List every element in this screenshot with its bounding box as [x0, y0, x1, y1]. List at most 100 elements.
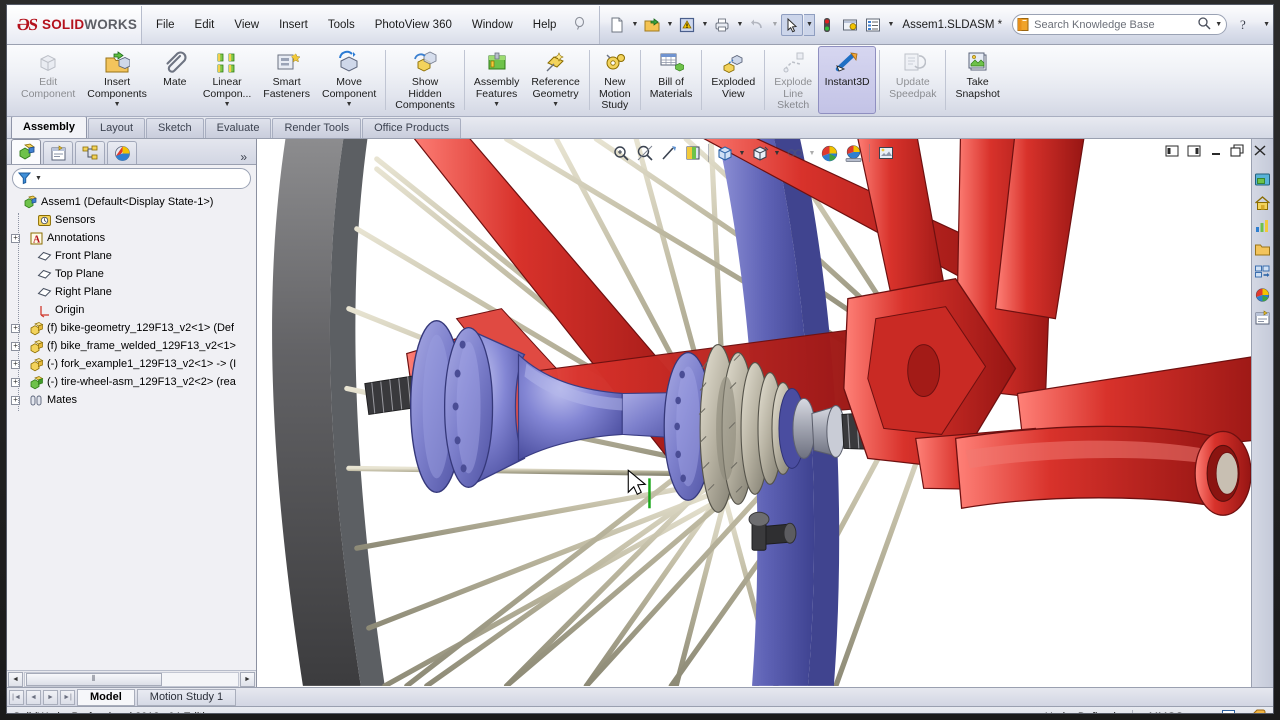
chevron-down-icon[interactable]: ▼	[346, 101, 353, 109]
search-caret-icon[interactable]: ▼	[1215, 21, 1222, 28]
prev-tab-button[interactable]: ◄	[26, 689, 41, 705]
tree-item-bike-frame-welded[interactable]: + (f) bike_frame_welded_129F13_v2<1>	[11, 337, 256, 355]
scroll-thumb[interactable]: ⦀	[26, 672, 162, 686]
select-caret-icon[interactable]: ▼	[804, 13, 816, 36]
tree-item-right-plane[interactable]: Right Plane	[11, 283, 256, 301]
feature-manager-filter-input[interactable]: ▼	[12, 168, 251, 189]
tree-item-assem1[interactable]: Assem1 (Default<Display State-1>)	[11, 193, 256, 211]
search-knowledge-base[interactable]: Search Knowledge Base ▼	[1012, 14, 1228, 35]
scroll-track[interactable]: ⦀	[24, 671, 239, 687]
zoom-to-fit-button[interactable]	[609, 142, 632, 164]
help-caret-icon[interactable]: ▼	[1261, 14, 1272, 36]
ribbon-edit-component[interactable]: Edit Component	[15, 46, 81, 114]
search-folder-button[interactable]	[1253, 238, 1273, 260]
rebuild-button[interactable]	[816, 14, 838, 36]
tab-model[interactable]: Model	[77, 688, 135, 706]
ribbon-take-snapshot[interactable]: Take Snapshot	[949, 46, 1005, 114]
previous-view-button[interactable]	[657, 142, 680, 164]
tab-motion-study[interactable]: Motion Study 1	[136, 688, 237, 706]
graphics-area[interactable]: ▼ ▼ ▼	[257, 139, 1273, 687]
undo-caret-icon[interactable]: ▼	[769, 14, 780, 36]
hide-show-caret-icon[interactable]: ▼	[807, 142, 817, 164]
ribbon-reference-geometry[interactable]: Reference Geometry ▼	[525, 46, 585, 114]
feature-manager-tab[interactable]	[11, 139, 41, 164]
ribbon-smart-fasteners[interactable]: Smart Fasteners	[257, 46, 316, 114]
display-style-button[interactable]	[748, 142, 771, 164]
display-manager-tab[interactable]	[107, 141, 137, 164]
help-question-icon[interactable]: ?	[1222, 710, 1235, 713]
doc-close-button[interactable]	[1250, 142, 1269, 159]
tile-left-button[interactable]	[1162, 142, 1181, 159]
ribbon-explode-line-sketch[interactable]: Explode Line Sketch	[768, 46, 818, 114]
menu-item-help[interactable]: Help	[523, 15, 567, 35]
save-caret-icon[interactable]: ▼	[699, 14, 710, 36]
menu-item-tools[interactable]: Tools	[318, 15, 365, 35]
menu-item-window[interactable]: Window	[462, 15, 523, 35]
ribbon-new-motion-study[interactable]: New Motion Study	[593, 46, 637, 114]
tree-item-sensors[interactable]: Sensors	[11, 211, 256, 229]
ribbon-assembly-features[interactable]: Assembly Features ▼	[468, 46, 526, 114]
tree-item-tire-wheel-asm[interactable]: + (-) tire-wheel-asm_129F13_v2<2> (rea	[11, 373, 256, 391]
doc-restore-button[interactable]	[1228, 142, 1247, 159]
select-button[interactable]	[781, 13, 804, 36]
ribbon-insert-components[interactable]: Insert Components ▼	[81, 46, 153, 114]
customize-caret-icon[interactable]: ▼	[885, 14, 896, 36]
appearances-scenes-button[interactable]	[1253, 284, 1273, 306]
chevron-down-icon[interactable]: ▼	[114, 101, 121, 109]
ribbon-move-component[interactable]: Move Component ▼	[316, 46, 382, 114]
scroll-right-button[interactable]: ►	[240, 671, 255, 687]
ribbon-show-hidden-components[interactable]: Show Hidden Components	[389, 46, 461, 114]
last-tab-button[interactable]: ►|	[60, 689, 75, 705]
view-orientation-caret-icon[interactable]: ▼	[737, 142, 747, 164]
next-tab-button[interactable]: ►	[43, 689, 58, 705]
menu-item-file[interactable]: File	[146, 15, 185, 35]
configuration-manager-tab[interactable]	[75, 141, 105, 164]
display-style-caret-icon[interactable]: ▼	[772, 142, 782, 164]
open-document-caret-icon[interactable]: ▼	[664, 14, 675, 36]
search-icon[interactable]	[1197, 16, 1211, 33]
first-tab-button[interactable]: |◄	[9, 689, 24, 705]
ribbon-mate[interactable]: Mate	[153, 46, 197, 114]
save-button[interactable]	[676, 14, 698, 36]
scroll-left-button[interactable]: ◄	[8, 671, 23, 687]
pin-icon[interactable]	[566, 14, 595, 36]
ribbon-linear-component-pattern[interactable]: Linear Compon... ▼	[197, 46, 257, 114]
units-selector[interactable]: MMGS	[1149, 711, 1183, 714]
options-button[interactable]	[839, 14, 861, 36]
tree-item-fork-example1[interactable]: + (-) fork_example1_129F13_v2<1> -> (I	[11, 355, 256, 373]
menu-item-edit[interactable]: Edit	[185, 15, 225, 35]
tile-right-button[interactable]	[1184, 142, 1203, 159]
tab-assembly[interactable]: Assembly	[11, 116, 87, 138]
chevron-down-icon[interactable]: ▼	[552, 101, 559, 109]
filter-caret-icon[interactable]: ▼	[35, 175, 42, 182]
design-library-button[interactable]	[1253, 192, 1273, 214]
tab-layout[interactable]: Layout	[87, 118, 146, 138]
view-orientation-button[interactable]	[713, 142, 736, 164]
tree-item-annotations[interactable]: + A Annotations	[11, 229, 256, 247]
menu-item-photoview360[interactable]: PhotoView 360	[365, 15, 462, 35]
tab-evaluate[interactable]: Evaluate	[204, 118, 272, 138]
tree-item-bike-geometry[interactable]: + (f) bike-geometry_129F13_v2<1> (Def	[11, 319, 256, 337]
tab-office-products[interactable]: Office Products	[362, 118, 462, 138]
section-view-button[interactable]	[681, 142, 704, 164]
open-document-button[interactable]	[641, 14, 663, 36]
search-input-placeholder[interactable]: Search Knowledge Base	[1034, 19, 1193, 31]
file-explorer-button[interactable]	[1253, 215, 1273, 237]
help-question-icon[interactable]: ?	[1233, 16, 1255, 34]
print-button[interactable]	[711, 14, 733, 36]
custom-properties-button[interactable]	[1253, 307, 1273, 329]
tree-item-origin[interactable]: Origin	[11, 301, 256, 319]
ribbon-update-speedpak[interactable]: Update Speedpak	[883, 46, 942, 114]
menu-item-insert[interactable]: Insert	[269, 15, 318, 35]
view-palette-button[interactable]	[1253, 261, 1273, 283]
view-settings-button[interactable]	[874, 142, 897, 164]
feature-manager-more-icon[interactable]: »	[240, 148, 252, 164]
zoom-to-area-button[interactable]	[633, 142, 656, 164]
chevron-down-icon[interactable]: ▼	[493, 101, 500, 109]
tab-render-tools[interactable]: Render Tools	[272, 118, 362, 138]
undo-button[interactable]	[746, 14, 768, 36]
chevron-down-icon[interactable]: ▼	[224, 101, 231, 109]
feature-tree-horizontal-scrollbar[interactable]: ◄ ⦀ ►	[7, 670, 256, 687]
edit-appearance-button[interactable]	[818, 142, 841, 164]
new-document-button[interactable]	[606, 14, 628, 36]
